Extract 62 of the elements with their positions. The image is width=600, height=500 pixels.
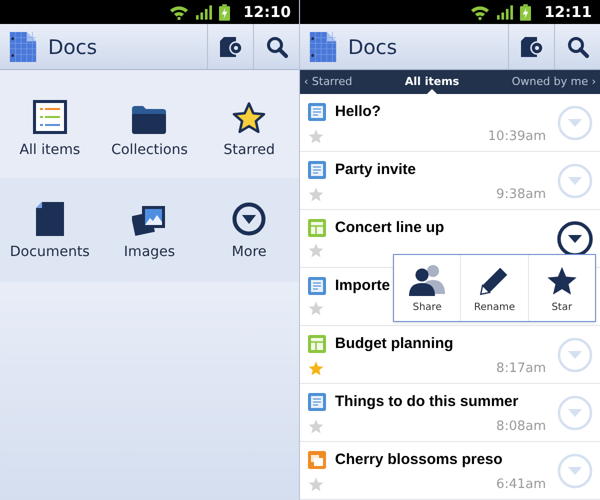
star-icon[interactable] [308,418,324,434]
app-title: Docs [348,34,398,60]
document-icon [308,393,326,412]
popup-action[interactable]: Star [528,255,595,321]
category-tile[interactable]: All items [0,98,100,178]
clock-text: 12:11 [544,2,592,23]
clock-text: 12:10 [243,2,291,23]
category-tile[interactable]: Images [100,200,200,282]
tab[interactable]: ‹ Starred [304,70,352,94]
star-icon[interactable] [308,476,324,492]
folder-icon [132,106,166,134]
document-title: Party invite [335,160,416,180]
app-title: Docs [48,34,98,60]
dropdown-circle-icon[interactable] [557,220,593,256]
star-icon [232,102,266,134]
signal-icon [196,4,212,20]
star-icon [546,266,578,296]
spreadsheet-icon [308,335,326,354]
document-plus-icon [520,36,544,58]
signal-icon [497,4,514,20]
document-title: Budget planning [335,334,454,354]
star-icon[interactable] [308,300,324,316]
list-icon [32,100,67,134]
category-tile[interactable]: Starred [199,98,299,178]
timestamp: 10:39am [488,128,546,146]
docs-app-icon[interactable] [308,30,338,64]
images-icon [132,204,166,236]
category-tile[interactable]: More [199,200,299,282]
star-icon[interactable] [308,128,324,144]
category-tile[interactable]: Documents [0,200,100,282]
wifi-icon [169,4,190,20]
search-icon [266,36,288,58]
document-title: Things to do this summer [335,392,518,412]
document-icon [308,161,326,180]
presentation-icon [308,451,326,470]
battery-icon [219,4,230,20]
star-icon[interactable] [308,242,324,258]
document-title: Concert line up [335,218,444,238]
dropdown-circle-icon [232,202,266,236]
document-title: Importe [335,276,390,296]
tab[interactable]: Owned by me › [512,70,596,94]
spreadsheet-icon [308,219,326,238]
document-title: Hello? [335,102,381,122]
star-icon[interactable] [308,360,324,376]
timestamp: 9:38am [496,186,546,204]
document-icon [36,202,64,236]
people-icon [409,264,446,296]
document-icon [308,277,326,296]
category-tile[interactable]: Collections [100,98,200,178]
document-icon [308,103,326,122]
star-icon[interactable] [308,186,324,202]
battery-icon [520,4,532,20]
document-plus-icon [218,36,242,58]
timestamp: 8:17am [496,360,546,378]
timestamp: 6:41am [496,476,546,494]
pencil-icon [479,266,510,296]
timestamp: 8:08am [496,418,546,436]
search-icon [566,36,588,58]
wifi-icon [470,4,490,20]
docs-app-icon[interactable] [8,30,38,64]
popup-action[interactable]: Rename [460,255,528,321]
document-title: Cherry blossoms preso [335,450,503,470]
